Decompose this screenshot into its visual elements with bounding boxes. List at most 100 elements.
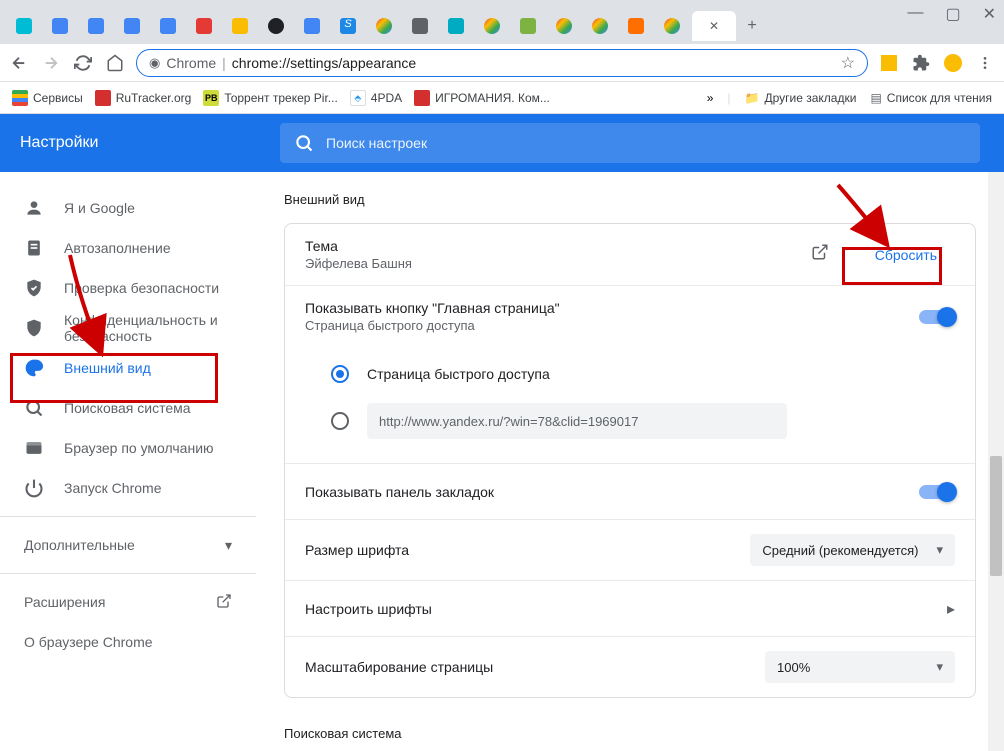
back-button[interactable]: [8, 52, 30, 74]
tab[interactable]: [404, 11, 436, 41]
sidebar-item-you-and-google[interactable]: Я и Google: [0, 188, 256, 228]
sidebar-item-safety-check[interactable]: Проверка безопасности: [0, 268, 256, 308]
tab[interactable]: [548, 11, 580, 41]
bookmark-item[interactable]: ИГРОМАНИЯ. Ком...: [414, 90, 550, 106]
home-button-sublabel: Страница быстрого доступа: [305, 318, 560, 333]
sidebar-label: Я и Google: [64, 200, 135, 216]
tab[interactable]: [620, 11, 652, 41]
theme-label: Тема: [305, 238, 412, 254]
home-button-toggle[interactable]: [919, 310, 955, 324]
reset-button[interactable]: Сбросить: [857, 239, 955, 271]
tab[interactable]: [476, 11, 508, 41]
bookmarks-bar-toggle[interactable]: [919, 485, 955, 499]
font-size-row: Размер шрифта Средний (рекомендуется)▾: [285, 519, 975, 580]
radio-option-custom-url[interactable]: [331, 393, 955, 449]
maximize-button[interactable]: ▢: [945, 4, 960, 24]
bookmark-item[interactable]: PBТоррент трекер Pir...: [203, 90, 337, 106]
tab[interactable]: [152, 11, 184, 41]
bookmarks-bar-row: Показывать панель закладок: [285, 463, 975, 519]
radio-option-quick-access[interactable]: Страница быстрого доступа: [331, 355, 955, 393]
reading-list[interactable]: ▤ Список для чтения: [870, 91, 992, 105]
forward-button[interactable]: [40, 52, 62, 74]
sidebar-separator: [0, 516, 256, 517]
chevron-right-icon: ▸: [947, 599, 955, 619]
page-zoom-label: Масштабирование страницы: [305, 659, 493, 675]
sidebar-item-default-browser[interactable]: Браузер по умолчанию: [0, 428, 256, 468]
tab-active[interactable]: ✕: [692, 11, 736, 41]
radio-button[interactable]: [331, 412, 349, 430]
tab[interactable]: [44, 11, 76, 41]
sidebar-label: Автозаполнение: [64, 240, 171, 256]
launch-icon[interactable]: [811, 243, 829, 266]
settings-search[interactable]: [280, 123, 980, 163]
sidebar-item-privacy[interactable]: Конфиденциальность и безопасность: [0, 308, 256, 348]
about-label: О браузере Chrome: [24, 634, 153, 650]
bookmarks-bar-label: Показывать панель закладок: [305, 484, 494, 500]
bookmark-item[interactable]: ⬘4PDA: [350, 90, 402, 106]
tab[interactable]: [584, 11, 616, 41]
security-icon: [24, 318, 44, 338]
titlebar: S ✕ + — ▢ ✕: [0, 0, 1004, 44]
customize-fonts-row[interactable]: Настроить шрифты ▸: [285, 580, 975, 636]
reading-list-label: Список для чтения: [887, 91, 992, 105]
apps-label: Сервисы: [33, 91, 83, 105]
list-icon: ▤: [870, 91, 881, 105]
minimize-button[interactable]: —: [907, 4, 923, 24]
reload-button[interactable]: [72, 52, 94, 74]
sidebar-item-autofill[interactable]: Автозаполнение: [0, 228, 256, 268]
verified-icon: [24, 278, 44, 298]
settings-title: Настройки: [20, 134, 260, 152]
extension-icon[interactable]: [878, 52, 900, 74]
tab[interactable]: [512, 11, 544, 41]
tab[interactable]: S: [332, 11, 364, 41]
apps-button[interactable]: Сервисы: [12, 90, 83, 106]
sidebar-extensions[interactable]: Расширения: [0, 582, 256, 622]
sidebar-item-search-engine[interactable]: Поисковая система: [0, 388, 256, 428]
sidebar-item-on-startup[interactable]: Запуск Chrome: [0, 468, 256, 508]
content: Внешний вид Тема Эйфелева Башня Сбросить…: [256, 172, 1004, 751]
other-bookmarks-label: Другие закладки: [764, 91, 856, 105]
tab[interactable]: [188, 11, 220, 41]
bookmark-label: ИГРОМАНИЯ. Ком...: [435, 91, 550, 105]
omnibox-separator: |: [222, 55, 226, 71]
omnibox-chrome-label: Chrome: [166, 55, 216, 71]
bookmark-item[interactable]: RuTracker.org: [95, 90, 192, 106]
new-tab-button[interactable]: +: [740, 14, 764, 38]
sidebar-label: Запуск Chrome: [64, 480, 161, 496]
sidebar-about-chrome[interactable]: О браузере Chrome: [0, 622, 256, 662]
sidebar-item-appearance[interactable]: Внешний вид: [0, 348, 256, 388]
tab[interactable]: [296, 11, 328, 41]
close-icon[interactable]: ✕: [709, 19, 719, 33]
scrollbar-thumb[interactable]: [990, 456, 1002, 576]
home-url-input[interactable]: [367, 403, 787, 439]
home-page-radio-group: Страница быстрого доступа: [285, 347, 975, 463]
theme-row[interactable]: Тема Эйфелева Башня Сбросить: [285, 224, 975, 285]
page-zoom-select[interactable]: 100%▾: [765, 651, 955, 683]
tab[interactable]: [440, 11, 472, 41]
close-button[interactable]: ✕: [983, 4, 996, 24]
font-size-select[interactable]: Средний (рекомендуется)▾: [750, 534, 955, 566]
tab[interactable]: [80, 11, 112, 41]
tab[interactable]: [116, 11, 148, 41]
tab[interactable]: [8, 11, 40, 41]
menu-button[interactable]: [974, 52, 996, 74]
sidebar-label: Конфиденциальность и безопасность: [64, 312, 232, 344]
tab[interactable]: [656, 11, 688, 41]
tab[interactable]: [224, 11, 256, 41]
omnibox[interactable]: ◉ Chrome | chrome://settings/appearance …: [136, 49, 868, 77]
bookmarks-overflow[interactable]: »: [707, 91, 714, 105]
profile-icon[interactable]: [942, 52, 964, 74]
tab[interactable]: [368, 11, 400, 41]
home-button[interactable]: [104, 52, 126, 74]
sidebar-advanced[interactable]: Дополнительные▾: [0, 525, 256, 565]
settings-search-input[interactable]: [326, 135, 966, 151]
tab[interactable]: [260, 11, 292, 41]
other-bookmarks[interactable]: 📁Другие закладки: [745, 91, 857, 105]
extensions-button[interactable]: [910, 52, 932, 74]
radio-button[interactable]: [331, 365, 349, 383]
power-icon: [24, 478, 44, 498]
bookmark-star-icon[interactable]: ☆: [841, 53, 855, 73]
launch-icon: [216, 593, 232, 612]
chevron-down-icon: ▾: [936, 542, 943, 558]
sidebar-label: Внешний вид: [64, 360, 151, 376]
